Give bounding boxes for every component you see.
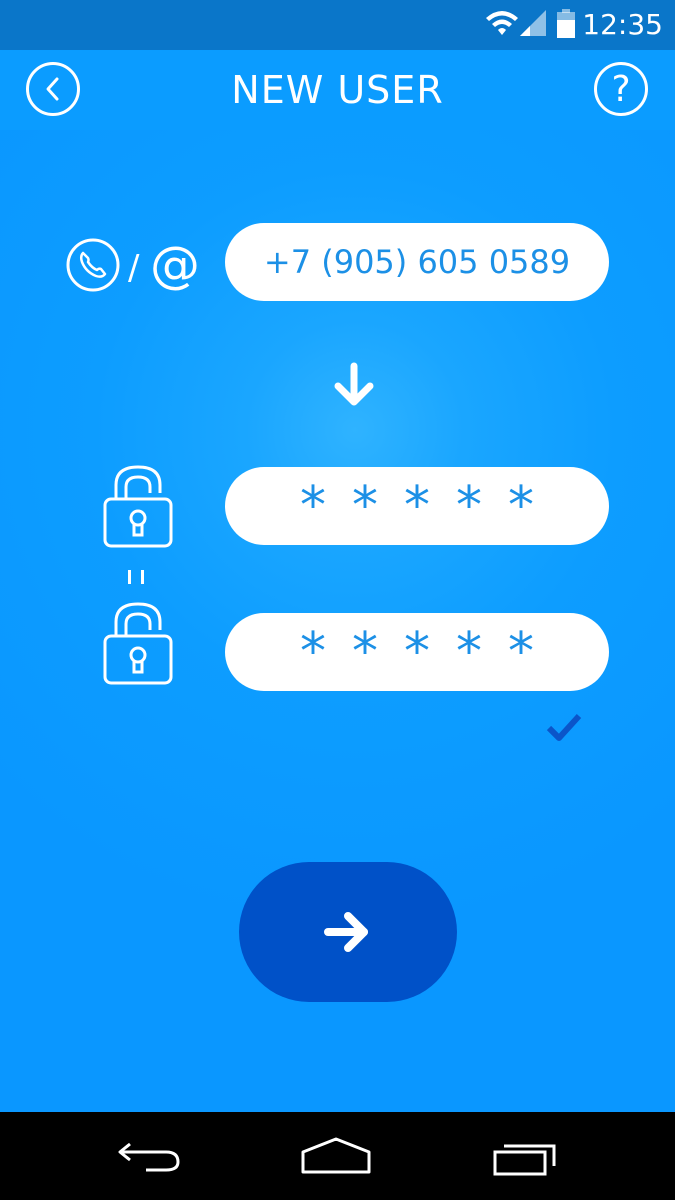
password-value: ***** <box>300 476 560 536</box>
at-sign-icon: @ <box>150 238 200 292</box>
confirm-password-field[interactable]: ***** <box>225 613 609 691</box>
status-icons <box>486 9 575 38</box>
help-button[interactable]: ? <box>594 62 648 116</box>
status-bar: 12:35 <box>0 0 675 50</box>
next-button[interactable] <box>239 862 457 1002</box>
contact-separator: / <box>128 248 140 288</box>
app-header: NEW USER ? <box>0 50 675 130</box>
phone-icon <box>66 238 120 292</box>
navigation-bar <box>0 1112 675 1200</box>
wifi-icon <box>486 11 518 35</box>
checkmark-icon <box>546 713 582 741</box>
back-nav-icon[interactable] <box>116 1136 182 1176</box>
help-icon: ? <box>611 68 631 110</box>
home-nav-icon[interactable] <box>300 1136 372 1176</box>
lock-icon <box>103 602 173 685</box>
battery-icon <box>557 9 575 38</box>
signal-icon <box>520 10 546 36</box>
contact-type-icons: / @ <box>66 238 200 292</box>
status-time: 12:35 <box>582 8 663 41</box>
password-field[interactable]: ***** <box>225 467 609 545</box>
phone-email-value: +7 (905) 605 0589 <box>263 243 571 281</box>
page-title: NEW USER <box>231 68 444 112</box>
confirm-password-value: ***** <box>300 622 560 682</box>
phone-email-field[interactable]: +7 (905) 605 0589 <box>225 223 609 301</box>
svg-text:@: @ <box>150 238 200 292</box>
arrow-right-icon <box>324 912 368 952</box>
lock-icon <box>103 465 173 548</box>
recent-apps-icon[interactable] <box>492 1134 560 1178</box>
app-screen: 12:35 NEW USER ? / @ +7 (905) 605 0589 *… <box>0 0 675 1112</box>
arrow-down-icon <box>334 362 374 406</box>
equals-sign <box>128 570 144 584</box>
